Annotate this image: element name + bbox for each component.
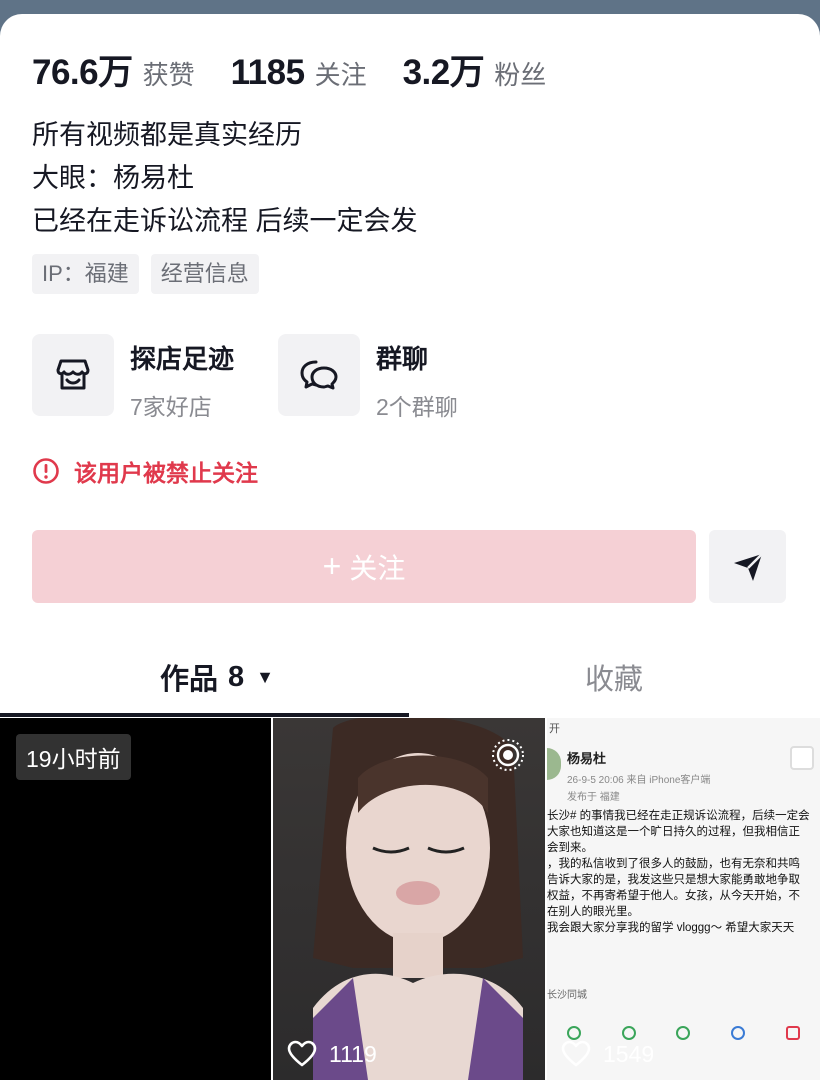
profile-tags: IP：福建 经营信息 [32, 254, 271, 294]
share-icon [621, 1026, 636, 1040]
follow-banned-text: 该用户被禁止关注 [74, 460, 258, 486]
tag-business-info[interactable]: 经营信息 [150, 254, 259, 294]
shop-icon [32, 334, 114, 416]
tab-works-count: 8 [228, 660, 245, 693]
profile-bio: 所有视频都是真实经历 大眼：杨易杜 已经在走诉讼流程 后续一定会发 [32, 114, 418, 243]
card-group-chat[interactable]: 群聊 2个群聊 [278, 334, 458, 422]
heart-icon [561, 1040, 591, 1067]
post-line: 长沙# 的事情我已经在走正规诉讼流程，后续一定会 [547, 810, 810, 822]
like-count-text: 1549 [603, 1040, 655, 1067]
share-icon [731, 1026, 746, 1040]
card-shop-title: 探店足迹 [130, 344, 235, 374]
video-tile[interactable]: 19小时前 [0, 718, 271, 1080]
post-share-icons [547, 1026, 820, 1040]
bio-line: 已经在走诉讼流程 后续一定会发 [32, 206, 418, 236]
share-button[interactable] [709, 530, 786, 603]
tab-works[interactable]: 作品 8 ▼ [160, 656, 274, 698]
tab-favorites[interactable]: 收藏 [585, 656, 643, 698]
video-like-count: 1549 [561, 1040, 654, 1068]
active-tab-indicator [0, 713, 409, 717]
post-city: 长沙同城 [547, 990, 587, 1001]
heart-icon [287, 1040, 317, 1067]
post-location: 发布于 福建 [567, 792, 620, 803]
post-header: 杨易杜 26-9-5 20:06 来自 iPhone客户端 发布于 福建 [547, 748, 710, 803]
follow-banned-notice: 该用户被禁止关注 [32, 454, 258, 488]
bio-line: 所有视频都是真实经历 [32, 120, 302, 150]
video-tile[interactable]: 开 杨易杜 26-9-5 20:06 来自 iPhone客户端 发布于 福建 长… [547, 718, 820, 1080]
card-shop-sub: 7家好店 [130, 394, 212, 420]
follow-button[interactable]: + 关注 [32, 530, 696, 603]
post-line: 在别人的眼光里。 [547, 906, 639, 918]
feature-cards: 探店足迹 7家好店 群聊 2个群聊 [32, 334, 502, 422]
video-grid: 19小时前 1119 开 杨易杜 26-9-5 20:06 来自 iPhone客… [0, 718, 820, 1080]
share-icon [676, 1026, 691, 1040]
post-body: 长沙# 的事情我已经在走正规诉讼流程，后续一定会 大家也知道这是一个旷日持久的过… [547, 808, 820, 936]
stat-followers-count: 3.2万 [402, 53, 485, 92]
stat-following[interactable]: 1185 关注 [231, 53, 367, 93]
chat-bubbles-icon [278, 334, 361, 416]
post-author: 杨易杜 [567, 751, 607, 766]
bio-line: 大眼：杨易杜 [32, 163, 194, 193]
card-group-title: 群聊 [376, 344, 429, 374]
post-line: ，我的私信收到了很多人的鼓励，也有无奈和共鸣 [547, 858, 800, 870]
like-count-text: 1119 [329, 1040, 377, 1067]
follow-button-label: 关注 [349, 552, 406, 584]
post-line: 会到来。 [547, 842, 593, 854]
stat-likes-label: 获赞 [142, 60, 195, 90]
video-tile[interactable]: 1119 [273, 718, 545, 1080]
post-time: 26-9-5 20:06 来自 iPhone客户端 [567, 775, 711, 786]
stat-following-label: 关注 [314, 60, 367, 90]
video-thumbnail-image [313, 718, 523, 1080]
card-shop-visits[interactable]: 探店足迹 7家好店 [32, 334, 234, 422]
stat-followers[interactable]: 3.2万 粉丝 [403, 44, 547, 95]
post-line: 我会跟大家分享我的留学 vloggg～ 希望大家天天 [547, 922, 795, 934]
video-like-count: 1119 [287, 1040, 377, 1068]
stat-followers-label: 粉丝 [494, 60, 547, 90]
share-icon [567, 1026, 582, 1040]
post-line: 大家也知道这是一个旷日持久的过程，但我相信正 [547, 826, 800, 838]
stat-likes[interactable]: 76.6万 获赞 [32, 44, 195, 95]
profile-sheet: 76.6万 获赞 1185 关注 3.2万 粉丝 所有视频都是真实经历 大眼：杨… [0, 14, 820, 1082]
caret-down-icon[interactable]: ▼ [256, 667, 274, 688]
post-line: 权益，不再寄希望于他人。女孩，从今天开始，不 [547, 890, 800, 902]
share-icon [785, 1026, 800, 1040]
profile-stats: 76.6万 获赞 1185 关注 3.2万 粉丝 [32, 44, 582, 95]
card-group-sub: 2个群聊 [376, 394, 458, 420]
stat-following-count: 1185 [230, 53, 305, 92]
post-line: 告诉大家的是，我发这些只是想大家能勇敢地争取 [547, 874, 800, 886]
live-photo-icon [492, 739, 524, 771]
tag-ip-location: IP：福建 [32, 254, 139, 294]
warning-circle-icon [33, 458, 59, 484]
post-top-text: 开 [549, 723, 560, 735]
video-time-badge: 19小时前 [16, 734, 131, 780]
send-arrow-icon [733, 552, 763, 581]
post-side-box [790, 746, 814, 770]
plus-icon: + [322, 548, 342, 584]
stat-likes-count: 76.6万 [32, 53, 133, 92]
avatar [547, 748, 561, 780]
tab-works-label: 作品 [160, 664, 219, 696]
